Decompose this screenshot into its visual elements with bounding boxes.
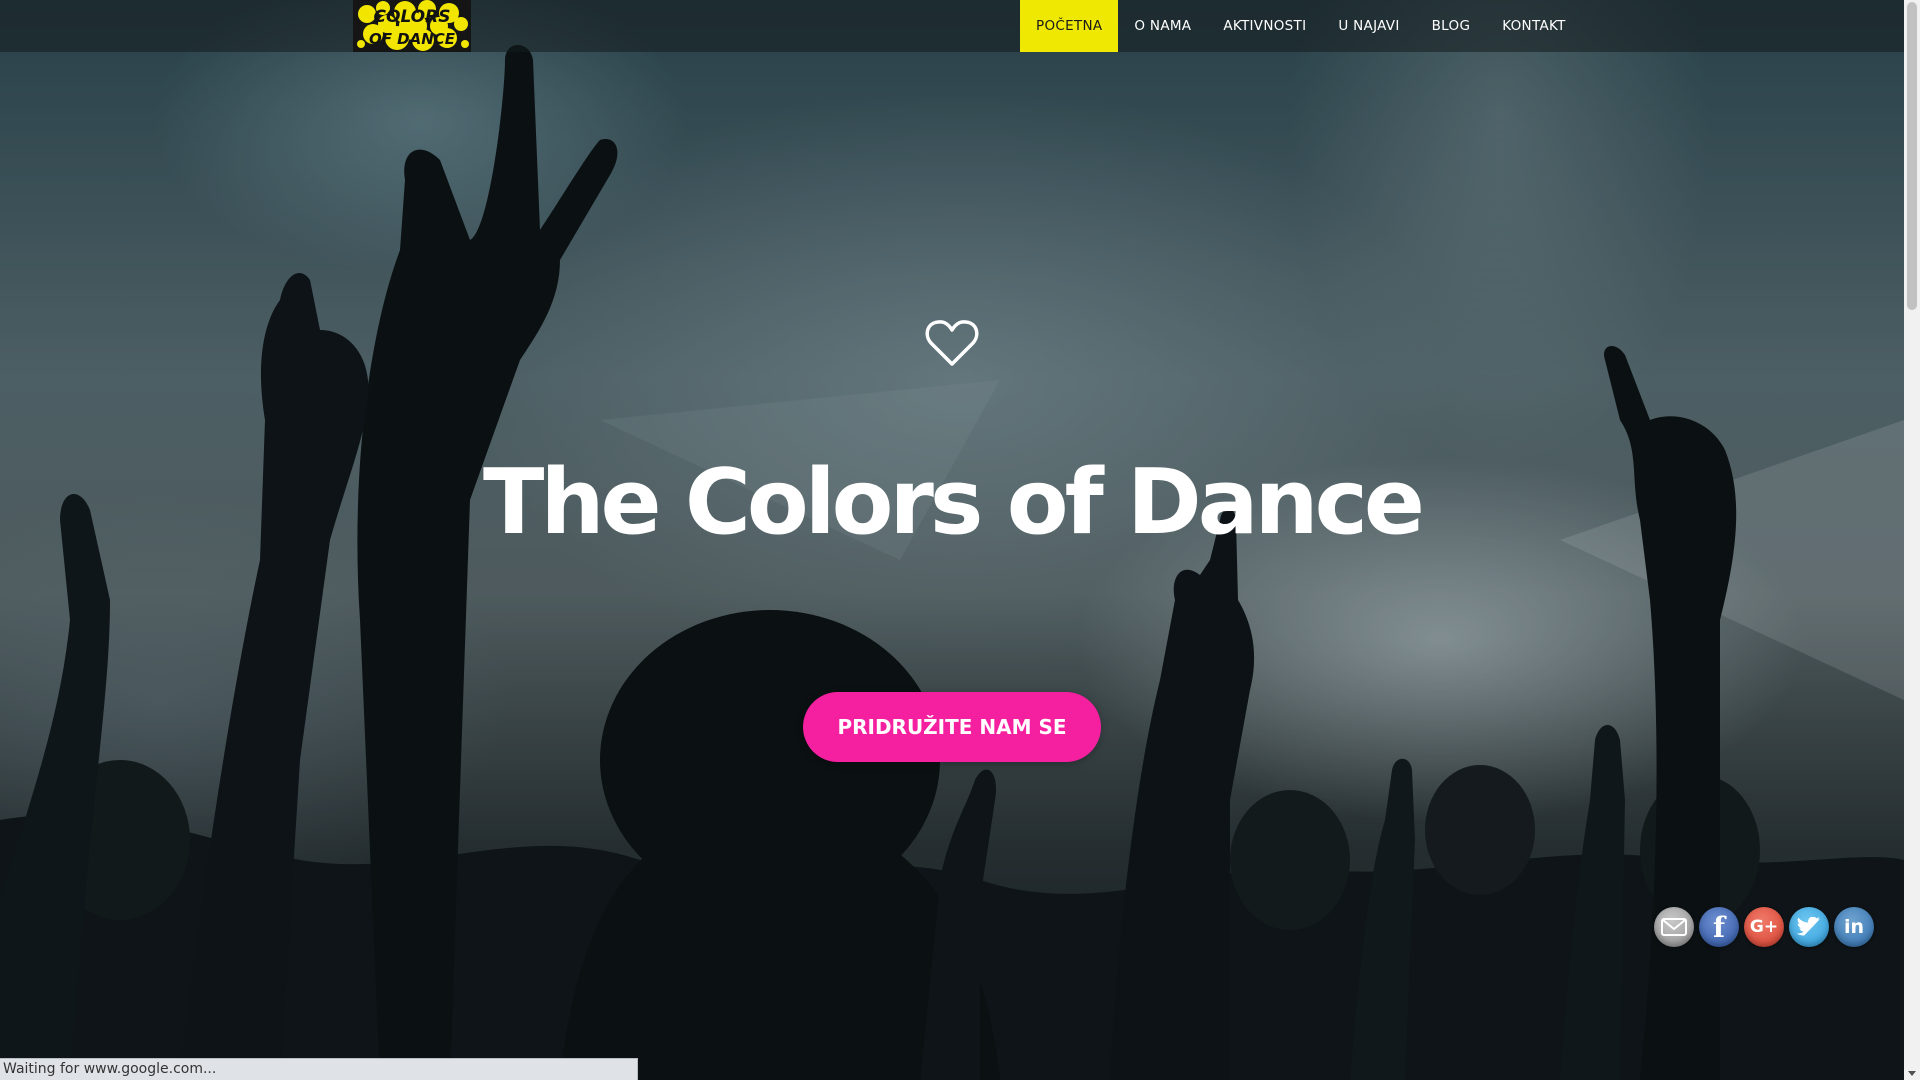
nav-item-aktivnosti[interactable]: AKTIVNOSTI <box>1207 0 1322 52</box>
google-plus-share-button[interactable]: G+ <box>1744 907 1784 947</box>
svg-text:COLORS: COLORS <box>374 7 451 27</box>
colors-of-dance-logo-icon: COLORS OF DANCE <box>353 0 471 52</box>
nav-item-o-nama[interactable]: O NAMA <box>1118 0 1207 52</box>
linkedin-icon: in <box>1843 916 1865 938</box>
twitter-share-button[interactable] <box>1789 907 1829 947</box>
browser-status-bar: Waiting for www.google.com... <box>0 1058 638 1080</box>
page: COLORS OF DANCE POČETNA O NAMA AKTIVNOST… <box>0 0 1920 1080</box>
nav-item-blog[interactable]: BLOG <box>1416 0 1487 52</box>
scrollbar-thumb[interactable] <box>1907 2 1917 310</box>
facebook-icon: f <box>1712 910 1726 944</box>
nav-item-u-najavi[interactable]: U NAJAVI <box>1322 0 1415 52</box>
svg-text:OF DANCE: OF DANCE <box>369 30 456 48</box>
site-header: COLORS OF DANCE POČETNA O NAMA AKTIVNOST… <box>0 0 1904 52</box>
page-scrollbar[interactable] <box>1904 0 1920 1080</box>
google-plus-icon: G+ <box>1749 917 1779 937</box>
nav-item-pocetna[interactable]: POČETNA <box>1020 0 1119 52</box>
heart-outline-icon <box>925 320 979 366</box>
email-icon <box>1661 918 1687 936</box>
email-share-button[interactable] <box>1654 907 1694 947</box>
scroll-down-arrow-icon[interactable] <box>1908 1071 1916 1076</box>
facebook-share-button[interactable]: f <box>1699 907 1739 947</box>
hero-title: The Colors of Dance <box>483 450 1425 555</box>
main-nav: POČETNA O NAMA AKTIVNOSTI U NAJAVI BLOG … <box>1020 0 1582 52</box>
twitter-icon <box>1797 917 1821 936</box>
nav-item-kontakt[interactable]: KONTAKT <box>1486 0 1581 52</box>
site-logo[interactable]: COLORS OF DANCE <box>353 0 471 52</box>
join-us-button[interactable]: PRIDRUŽITE NAM SE <box>803 692 1101 762</box>
linkedin-share-button[interactable]: in <box>1834 907 1874 947</box>
